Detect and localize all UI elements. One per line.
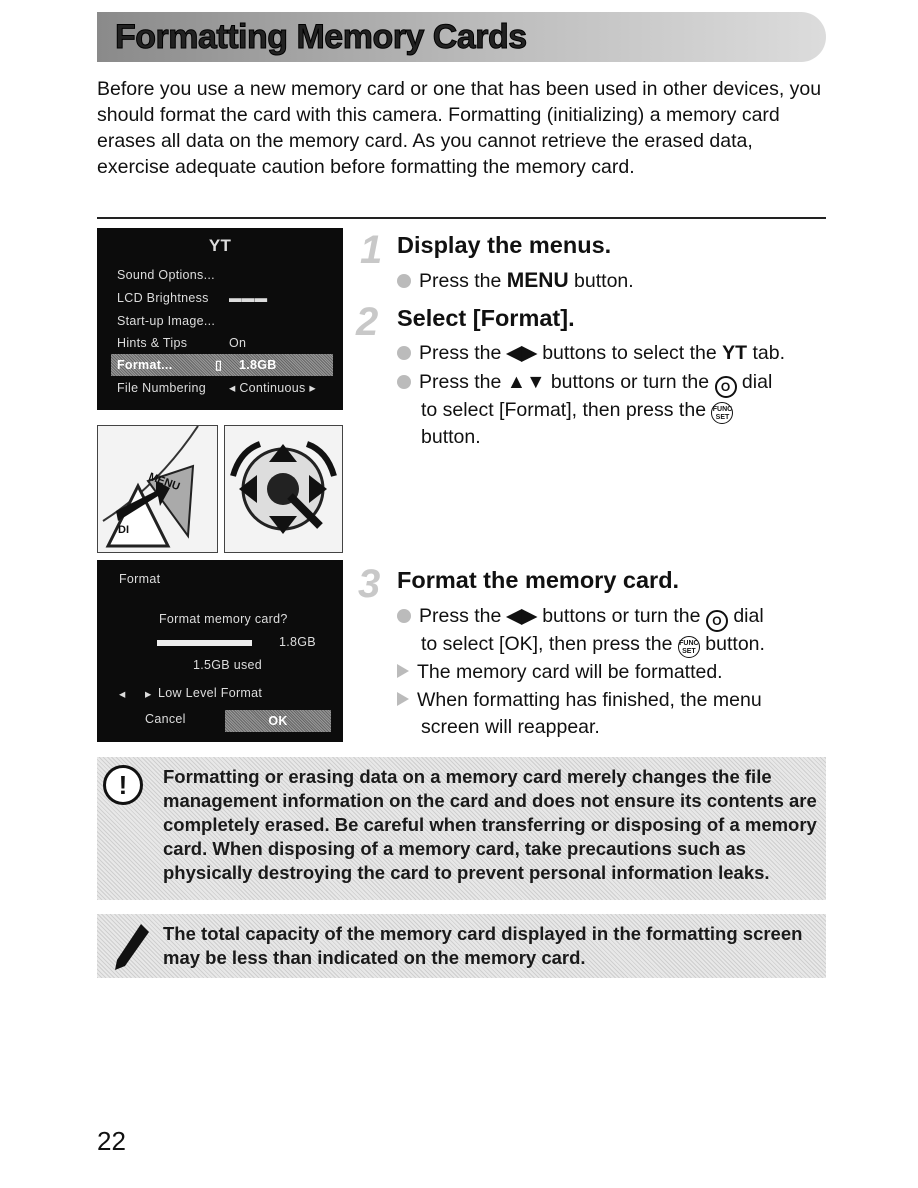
menu-item: LCD Brightness ▬▬▬ <box>117 287 333 309</box>
step-number: 1 <box>360 228 383 272</box>
title-banner: Formatting Memory Cards <box>97 12 826 62</box>
tools-tab-icon: ΥT <box>208 236 232 255</box>
used-space: 1.5GB used <box>193 658 263 672</box>
step-line: to select [OK], then press the FUNC SET b… <box>421 631 765 658</box>
text: Press the <box>419 371 507 393</box>
step-heading: Select [Format]. <box>397 305 575 331</box>
item-value: On <box>229 336 247 350</box>
step-line: screen will reappear. <box>421 716 600 738</box>
item-label: Hints & Tips <box>117 336 188 350</box>
step-number: 3 <box>358 562 381 606</box>
step-heading: Format the memory card. <box>397 567 680 593</box>
menu-item: Sound Options... <box>117 264 333 286</box>
text: to select [Format], then press the <box>421 399 712 421</box>
checkbox-arrow-icon: ▸ <box>145 687 152 701</box>
text: button. <box>568 270 634 292</box>
text: buttons to select the <box>536 342 723 364</box>
text: Press the <box>419 270 507 292</box>
intro-paragraph: Before you use a new memory card or one … <box>97 78 822 178</box>
bullet-icon <box>397 375 411 389</box>
camera-menu-button-illustration: MENU DI <box>97 425 218 553</box>
step-line: to select [Format], then press the FUNC S… <box>421 397 734 424</box>
text: button. <box>699 633 765 655</box>
capacity: 1.8GB <box>279 635 316 649</box>
capacity-bar <box>157 640 252 646</box>
screen-title: Format <box>119 572 161 586</box>
result-arrow-icon <box>397 692 409 706</box>
card-icon: ▯ <box>215 358 223 372</box>
note-box: The total capacity of the memory card di… <box>97 914 826 978</box>
step-line: Press the ◀▶ buttons or turn the O dial <box>397 603 764 632</box>
ok-option-selected: OK <box>225 710 331 732</box>
text: dial <box>736 371 773 393</box>
menu-item: Hints & Tips On <box>117 332 333 354</box>
low-level-format-option: Low Level Format <box>158 686 263 700</box>
page-number: 22 <box>97 1126 126 1156</box>
page-title: Formatting Memory Cards <box>115 18 528 57</box>
format-screen: Format Format memory card? 1.8GB 1.5GB u… <box>97 560 343 742</box>
control-dial-icon: O <box>705 610 728 632</box>
caution-icon: ! <box>103 765 143 805</box>
menu-button-label: MENU <box>506 269 569 292</box>
step-line: Press the ◀▶ buttons to select the ΥT ta… <box>397 340 785 367</box>
control-dial-icon: O <box>714 376 737 398</box>
brightness-bar: ▬▬▬ <box>229 291 268 305</box>
text: dial <box>727 605 764 627</box>
item-label: LCD Brightness <box>117 291 209 305</box>
text: The memory card will be formatted. <box>417 661 723 683</box>
pencil-icon <box>115 924 149 970</box>
step-heading: Display the menus. <box>397 232 612 258</box>
step-number: 2 <box>356 300 379 344</box>
tools-tab-icon: ΥT <box>722 342 748 364</box>
menu-button-press-icon <box>102 425 199 548</box>
item-label: Start-up Image... <box>117 314 216 328</box>
item-label: Format... <box>117 358 173 372</box>
step-line: Press the ▲▼ buttons or turn the O dial <box>397 369 772 398</box>
control-dial-icon <box>230 441 337 534</box>
menu-item-format-selected: Format... ▯ 1.8GB <box>111 354 333 376</box>
result-arrow-icon <box>397 664 409 678</box>
text: buttons or turn the <box>536 605 706 627</box>
item-label: File Numbering <box>117 381 206 395</box>
divider <box>97 217 826 219</box>
func-set-button-icon: FUNC SET <box>677 636 700 658</box>
step-line: When formatting has finished, the menu <box>397 687 762 714</box>
func-set-button-icon: FUNC SET <box>711 402 734 424</box>
step-line: Press the MENU button. <box>397 267 634 295</box>
text: When formatting has finished, the menu <box>417 689 762 711</box>
menu-item: File Numbering ◂ Continuous ▸ <box>117 377 333 399</box>
left-right-arrows-icon: ◀▶ <box>506 605 537 627</box>
menu-screen: ΥT Sound Options... LCD Brightness ▬▬▬ St… <box>97 228 343 410</box>
step-line: The memory card will be formatted. <box>397 659 723 686</box>
left-right-arrows-icon: ◀▶ <box>506 342 537 364</box>
bullet-icon <box>397 346 411 360</box>
text: Press the <box>419 605 507 627</box>
text: to select [OK], then press the <box>421 633 678 655</box>
menu-item: Start-up Image... <box>117 310 333 332</box>
text: Press the <box>419 342 507 364</box>
left-arrow-icon: ◂ <box>119 687 126 701</box>
text: buttons or turn the <box>545 371 715 393</box>
bullet-icon <box>397 274 411 288</box>
item-value: ◂ Continuous ▸ <box>229 381 316 395</box>
control-dial-illustration <box>224 425 343 553</box>
caution-box: ! Formatting or erasing data on a memory… <box>97 757 826 900</box>
set-text: SET <box>715 414 730 421</box>
disp-label: DI <box>118 524 129 536</box>
func-text: FUNC <box>679 640 699 647</box>
step-line: button. <box>421 426 481 448</box>
text: tab. <box>747 342 786 364</box>
set-text: SET <box>682 648 696 655</box>
format-question: Format memory card? <box>159 612 288 626</box>
cancel-option: Cancel <box>145 712 186 726</box>
note-text: The total capacity of the memory card di… <box>163 923 803 968</box>
item-label: Sound Options... <box>117 268 215 282</box>
func-text: FUNC <box>712 406 733 413</box>
item-value: 1.8GB <box>239 358 277 372</box>
bullet-icon <box>397 609 411 623</box>
up-down-arrows-icon: ▲▼ <box>506 371 546 393</box>
caution-text: Formatting or erasing data on a memory c… <box>163 766 817 883</box>
